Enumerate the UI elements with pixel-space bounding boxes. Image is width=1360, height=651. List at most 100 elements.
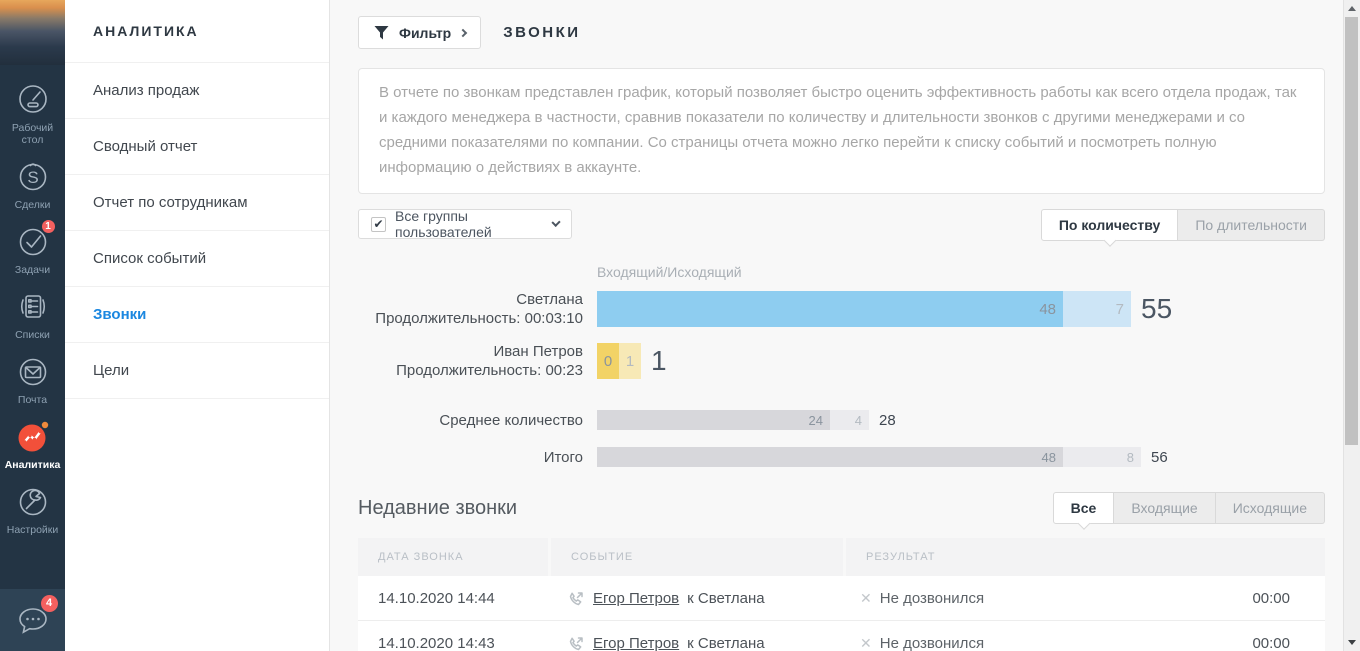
bar-segment-incoming: 48 [597, 291, 1063, 327]
sidebar-item-label: Почта [18, 394, 47, 406]
sidebar-item-deals[interactable]: S Сделки [0, 157, 65, 211]
sidebar-item-settings[interactable]: Настройки [0, 482, 65, 536]
dropdown-value: Все группы пользователей [395, 208, 544, 240]
menu-item-6[interactable]: Цели [65, 343, 329, 399]
sidebar-item-label: Задачи [15, 264, 50, 276]
table-header: ДАТА ЗВОНКАСОБЫТИЕРЕЗУЛЬТАТ [358, 538, 1325, 576]
deals-icon: S [14, 157, 52, 195]
checkbox-checked-icon[interactable]: ✔ [371, 217, 386, 232]
outgoing-call-icon [568, 590, 585, 607]
caller-link[interactable]: Егор Петров [593, 635, 679, 651]
chart-row-label: Иван ПетровПродолжительность: 00:23 [358, 342, 597, 380]
call-result: ✕Не дозвонился00:00 [840, 635, 1325, 651]
menu-item-2[interactable]: Сводный отчет [65, 119, 329, 175]
icon-sidebar: Рабочий стол S Сделки 1 Задачи Списки Почта Ана… [0, 0, 65, 651]
result-text: Не дозвонился [880, 635, 984, 651]
filter-button[interactable]: Фильтр [358, 16, 481, 49]
chart-legend: Входящий/Исходящий [597, 264, 1325, 280]
report-description: В отчете по звонкам представлен график, … [358, 68, 1325, 194]
scroll-up-arrow-icon[interactable] [1348, 6, 1356, 11]
direction-tab-1[interactable]: Все [1053, 492, 1115, 524]
mode-tab-1[interactable]: По количеству [1041, 209, 1178, 241]
chart-row-label: Итого [358, 448, 597, 467]
sidebar-item-mail[interactable]: Почта [0, 352, 65, 406]
bar-total: 55 [1141, 293, 1172, 325]
chart-row-1: СветланаПродолжительность: 00:03:10487 55 [358, 290, 1325, 328]
scroll-down-arrow-icon[interactable] [1348, 640, 1356, 645]
chat-button[interactable]: 4 [13, 600, 53, 640]
user-groups-dropdown[interactable]: ✔ Все группы пользователей [358, 209, 572, 239]
topbar: Фильтр ЗВОНКИ [358, 16, 1325, 49]
bar-segment-outgoing: 1 [619, 343, 641, 379]
menu-item-3[interactable]: Отчет по сотрудникам [65, 175, 329, 231]
bar-total: 56 [1151, 449, 1168, 466]
chart-row-4: Итого488 56 [358, 447, 1325, 467]
vertical-scrollbar[interactable] [1343, 0, 1360, 651]
sidebar-item-label: Сделки [15, 199, 51, 211]
bar-segment-outgoing: 7 [1063, 291, 1131, 327]
outgoing-call-icon [568, 635, 585, 651]
direction-tab-2[interactable]: Входящие [1114, 492, 1215, 524]
menu-items: Анализ продажСводный отчетОтчет по сотру… [65, 63, 329, 399]
table-row[interactable]: 14.10.2020 14:44 Егор Петров к Светлана ✕ Не… [358, 576, 1325, 621]
bar-total: 1 [651, 345, 667, 377]
menu-item-4[interactable]: Список событий [65, 231, 329, 287]
notification-badge: 1 [40, 218, 57, 235]
scrollbar-thumb[interactable] [1345, 17, 1358, 445]
filter-label: Фильтр [399, 25, 451, 41]
page-title: ЗВОНКИ [503, 24, 580, 41]
menu-item-5[interactable]: Звонки [65, 287, 329, 343]
settings-icon [14, 482, 52, 520]
direction-tab-3[interactable]: Исходящие [1216, 492, 1325, 524]
bar: 01 [597, 343, 641, 379]
funnel-icon [373, 25, 390, 41]
sidebar-item-lists[interactable]: Списки [0, 287, 65, 341]
sidebar-item-analytics[interactable]: Аналитика [0, 417, 65, 471]
sidebar-item-label: Рабочий стол [0, 122, 65, 146]
svg-text:S: S [27, 168, 38, 187]
bar-segment-outgoing: 8 [1063, 447, 1141, 467]
bar-total: 28 [879, 412, 896, 429]
call-target: к Светлана [687, 590, 764, 607]
sidebar-bottom: 4 [0, 589, 65, 651]
table-row[interactable]: 14.10.2020 14:43 Егор Петров к Светлана ✕Не… [358, 621, 1325, 651]
chart-row-label: Среднее количество [358, 411, 597, 430]
call-date: 14.10.2020 14:44 [358, 590, 548, 607]
account-photo [0, 0, 65, 65]
sidebar-item-dashboard[interactable]: Рабочий стол [0, 80, 65, 146]
bar-segment-incoming: 48 [597, 447, 1063, 467]
recent-calls-title: Недавние звонки [358, 497, 517, 520]
call-target: к Светлана [687, 635, 764, 651]
call-date: 14.10.2020 14:43 [358, 635, 548, 651]
bar-segment-incoming: 0 [597, 343, 619, 379]
controls-row: ✔ Все группы пользователей По количеству… [358, 209, 1325, 241]
analytics-icon [14, 417, 52, 455]
sidebar-item-tasks[interactable]: 1 Задачи [0, 222, 65, 276]
caller-link[interactable]: Егор Петров [593, 590, 679, 607]
chat-badge: 4 [39, 593, 60, 614]
chart-row-3: Среднее количество24428 [358, 410, 1325, 430]
lists-icon [14, 287, 52, 325]
bar-segment-incoming: 24 [597, 410, 830, 430]
column-header-3: РЕЗУЛЬТАТ [846, 538, 1325, 576]
call-result: ✕ Не дозвонился 00:00 [840, 590, 1325, 607]
column-header-1: ДАТА ЗВОНКА [358, 538, 548, 576]
sidebar-item-label: Аналитика [5, 459, 61, 471]
chevron-down-icon [551, 217, 560, 226]
dashboard-icon [14, 80, 52, 118]
column-header-2: СОБЫТИЕ [551, 538, 843, 576]
chevron-right-icon [459, 28, 467, 36]
mode-tab-2[interactable]: По длительности [1178, 209, 1325, 241]
calls-chart: Входящий/Исходящий СветланаПродолжительн… [358, 264, 1325, 467]
bar: 488 [597, 447, 1141, 467]
recent-calls-table: ДАТА ЗВОНКАСОБЫТИЕРЕЗУЛЬТАТ 14.10.2020 1… [358, 538, 1325, 651]
tasks-icon: 1 [14, 222, 52, 260]
result-text: Не дозвонился [880, 590, 984, 607]
call-duration: 00:00 [1252, 590, 1290, 607]
recent-calls-header: Недавние звонки ВсеВходящиеИсходящие [358, 492, 1325, 524]
missed-call-x-icon: ✕ [860, 590, 872, 607]
analytics-menu: АНАЛИТИКА Анализ продажСводный отчетОтче… [65, 0, 330, 651]
chart-row-label: СветланаПродолжительность: 00:03:10 [358, 290, 597, 328]
menu-item-1[interactable]: Анализ продаж [65, 63, 329, 119]
sidebar-item-label: Настройки [7, 524, 59, 536]
